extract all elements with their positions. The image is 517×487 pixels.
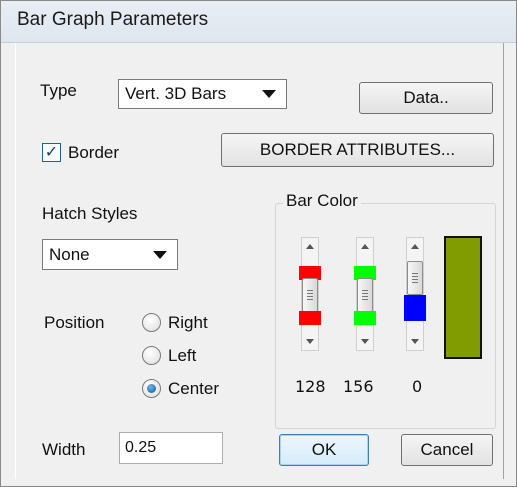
position-right-radio[interactable]: [142, 313, 161, 332]
position-center-label: Center: [168, 379, 220, 398]
title-bar[interactable]: Bar Graph Parameters: [1, 1, 516, 43]
type-dropdown-value: Vert. 3D Bars: [125, 84, 227, 103]
width-input-value: 0.25: [125, 439, 157, 456]
width-input[interactable]: 0.25: [119, 432, 223, 464]
green-value: 156: [343, 377, 374, 396]
green-slider-bottom-cap: [354, 311, 376, 325]
arrow-down-icon: [306, 339, 314, 344]
arrow-up-icon: [411, 244, 419, 249]
type-label: Type: [40, 81, 77, 100]
position-right-label: Right: [168, 313, 208, 332]
ok-button[interactable]: OK: [279, 434, 369, 466]
border-label: Border: [68, 143, 120, 162]
red-slider-bottom-cap: [299, 311, 321, 325]
chevron-down-icon: [262, 90, 276, 98]
red-value: 128: [295, 377, 326, 396]
border-checkbox[interactable]: ✓: [42, 143, 61, 162]
width-label: Width: [42, 440, 86, 459]
position-label: Position: [44, 313, 105, 332]
checkmark-icon: ✓: [44, 143, 59, 161]
position-center-radio[interactable]: [142, 379, 161, 398]
arrow-down-icon: [411, 339, 419, 344]
cancel-button[interactable]: Cancel: [401, 434, 493, 466]
window-title: Bar Graph Parameters: [17, 9, 209, 30]
blue-slider-bottom-cap: [404, 295, 426, 321]
bar-color-preview: [444, 236, 482, 359]
bar-graph-parameters-dialog: Bar Graph Parameters Type Vert. 3D Bars …: [0, 0, 517, 487]
hatch-styles-value: None: [49, 244, 90, 264]
dialog-content: Type Vert. 3D Bars Data.. ✓ Border BORDE…: [15, 43, 504, 479]
hatch-styles-label: Hatch Styles: [42, 204, 138, 223]
chevron-down-icon: [153, 250, 167, 259]
blue-value: 0: [412, 377, 423, 396]
data-button[interactable]: Data..: [359, 82, 493, 114]
arrow-up-icon: [306, 244, 314, 249]
arrow-down-icon: [361, 339, 369, 344]
green-slider-thumb[interactable]: [357, 278, 373, 312]
border-attributes-button[interactable]: BORDER ATTRIBUTES...: [221, 133, 494, 167]
position-left-radio[interactable]: [142, 346, 161, 365]
hatch-styles-dropdown[interactable]: None: [42, 239, 178, 270]
arrow-up-icon: [361, 244, 369, 249]
position-left-label: Left: [168, 346, 197, 365]
red-slider-thumb[interactable]: [302, 278, 318, 312]
blue-slider-thumb[interactable]: [407, 261, 423, 295]
type-dropdown[interactable]: Vert. 3D Bars: [118, 79, 287, 109]
bar-color-label: Bar Color: [283, 191, 361, 211]
